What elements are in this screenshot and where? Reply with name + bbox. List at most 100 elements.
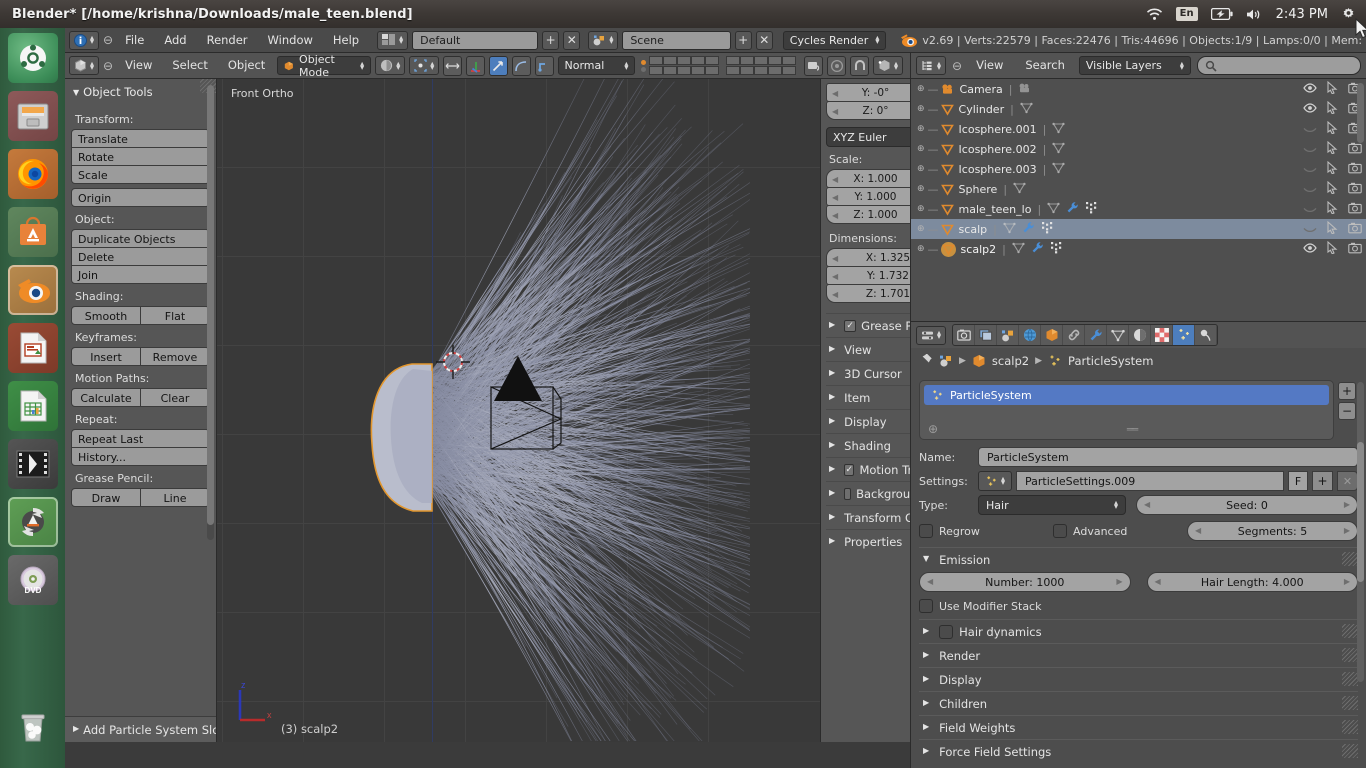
scene-layers-grid[interactable] bbox=[641, 56, 796, 75]
outliner-menu-view[interactable]: View bbox=[968, 54, 1011, 77]
snap-element-button[interactable]: ▴ ▾ bbox=[873, 56, 903, 75]
data-tab[interactable] bbox=[1107, 325, 1129, 345]
outliner-menu-search[interactable]: Search bbox=[1017, 54, 1073, 77]
selectability-toggle-icon[interactable] bbox=[1327, 161, 1338, 177]
particles-icon[interactable] bbox=[1041, 221, 1054, 237]
calculate-paths-button[interactable]: Calculate bbox=[71, 388, 141, 407]
files-icon[interactable] bbox=[8, 91, 58, 141]
decrement-icon[interactable]: ◀ bbox=[927, 577, 933, 586]
software-updater-icon[interactable] bbox=[8, 497, 58, 547]
outliner-display-mode-dropdown[interactable]: Visible Layers ▴ ▾ bbox=[1079, 56, 1191, 75]
object-type-icon[interactable] bbox=[941, 143, 954, 156]
proportional-edit-icon[interactable] bbox=[827, 56, 846, 76]
material-tab[interactable] bbox=[1129, 325, 1151, 345]
breadcrumb-object[interactable]: scalp2 bbox=[992, 354, 1029, 368]
renderability-toggle-icon[interactable] bbox=[1348, 182, 1362, 197]
selectability-toggle-icon[interactable] bbox=[1327, 121, 1338, 137]
gp-draw-button[interactable]: Draw bbox=[71, 488, 141, 507]
properties-section-hair-dynamics[interactable]: ▶ Hair dynamics bbox=[919, 619, 1358, 643]
insert-keyframe-button[interactable]: Insert bbox=[71, 347, 141, 366]
viewport-menu-view[interactable]: View bbox=[117, 54, 160, 77]
gear-icon[interactable] bbox=[1341, 7, 1356, 22]
background-images-checkbox[interactable] bbox=[844, 488, 851, 500]
selectability-toggle-icon[interactable] bbox=[1327, 141, 1338, 157]
particles-icon[interactable] bbox=[1085, 201, 1098, 217]
mesh-data-icon[interactable] bbox=[1012, 242, 1025, 257]
tool-shelf-scrollbar[interactable] bbox=[207, 85, 214, 540]
expand-icon[interactable]: ⊕ bbox=[917, 144, 925, 154]
particle-name-input[interactable]: ParticleSystem bbox=[978, 447, 1358, 467]
outliner-editor-type-button[interactable]: ▴ ▾ bbox=[916, 56, 946, 75]
gp-line-button[interactable]: Line bbox=[140, 488, 210, 507]
repeat-last-button[interactable]: Repeat Last bbox=[71, 429, 210, 448]
properties-section-display[interactable]: ▶ Display bbox=[919, 667, 1358, 691]
render-engine-dropdown[interactable]: Cycles Render ▴ ▾ bbox=[783, 31, 887, 50]
outliner-search-input[interactable] bbox=[1197, 56, 1361, 75]
world-tab[interactable] bbox=[1019, 325, 1041, 345]
blender-icon[interactable] bbox=[8, 265, 58, 315]
modifier-icon[interactable] bbox=[1022, 221, 1035, 237]
scene-icon[interactable] bbox=[939, 354, 953, 368]
decrement-icon[interactable]: ◀ bbox=[832, 206, 838, 225]
settings-datablock-icon[interactable]: ▴ ▾ bbox=[978, 471, 1012, 491]
regrow-checkbox[interactable] bbox=[919, 524, 933, 538]
properties-editor-type-button[interactable]: ▴ ▾ bbox=[916, 326, 946, 345]
object-tools-panel-header[interactable]: ▼ Object Tools bbox=[71, 83, 210, 107]
origin-button[interactable]: Origin bbox=[71, 188, 210, 207]
expand-icon[interactable]: ⊕ bbox=[917, 124, 925, 134]
particle-slot-item[interactable]: ParticleSystem bbox=[924, 385, 1329, 405]
object-type-icon[interactable] bbox=[941, 103, 954, 116]
object-type-icon[interactable] bbox=[941, 163, 954, 176]
fake-user-button[interactable]: F bbox=[1288, 471, 1308, 491]
mesh-data-icon[interactable] bbox=[1013, 182, 1026, 197]
regrow-checkbox-row[interactable]: Regrow bbox=[919, 524, 1049, 538]
duplicate-objects-button[interactable]: Duplicate Objects bbox=[71, 229, 210, 248]
object-type-icon[interactable] bbox=[941, 183, 954, 196]
render-layers-tab[interactable] bbox=[975, 325, 997, 345]
delete-scene-button[interactable]: ✕ bbox=[756, 31, 773, 50]
object-tab[interactable] bbox=[1041, 325, 1063, 345]
visibility-toggle-icon[interactable] bbox=[1303, 83, 1317, 96]
mode-dropdown[interactable]: Object Mode ▴ ▾ bbox=[277, 56, 371, 75]
clear-paths-button[interactable]: Clear bbox=[140, 388, 210, 407]
history-button[interactable]: History... bbox=[71, 447, 210, 466]
menu-window[interactable]: Window bbox=[260, 29, 321, 52]
selectability-toggle-icon[interactable] bbox=[1327, 241, 1338, 257]
add-particle-system-button[interactable]: + bbox=[1338, 382, 1356, 400]
outliner-row-Camera[interactable]: ⊕ — Camera | bbox=[911, 79, 1366, 99]
manipulator-toggle-icon[interactable] bbox=[443, 56, 462, 76]
shading-mode-button[interactable]: ▴ ▾ bbox=[375, 56, 405, 75]
outliner-row-Sphere[interactable]: ⊕ — Sphere | bbox=[911, 179, 1366, 199]
camera-data-icon[interactable] bbox=[1018, 82, 1032, 97]
increment-icon[interactable]: ▶ bbox=[1344, 526, 1350, 535]
lock-camera-icon[interactable] bbox=[804, 56, 823, 76]
mesh-data-icon[interactable] bbox=[1052, 142, 1065, 157]
pin-icon[interactable] bbox=[919, 354, 933, 368]
add-scene-button[interactable]: + bbox=[735, 31, 752, 50]
particles-icon[interactable] bbox=[1048, 354, 1062, 368]
modifiers-tab[interactable] bbox=[1085, 325, 1107, 345]
scale-button[interactable]: Scale bbox=[71, 165, 210, 184]
section-enable-checkbox[interactable] bbox=[939, 625, 953, 639]
number-slider[interactable]: ◀ Number: 1000 ▶ bbox=[919, 572, 1131, 592]
3d-viewport[interactable]: Front Ortho (3) scalp2 z x bbox=[217, 79, 820, 742]
trash-icon[interactable] bbox=[8, 702, 58, 752]
viewport-menu-select[interactable]: Select bbox=[164, 54, 215, 77]
physics-tab[interactable] bbox=[1195, 325, 1217, 345]
outliner-row-scalp[interactable]: ⊕ — scalp | bbox=[911, 219, 1366, 239]
outliner-scrollbar[interactable] bbox=[1357, 83, 1364, 143]
visibility-toggle-icon[interactable] bbox=[1303, 183, 1317, 196]
expand-icon[interactable]: ⊕ bbox=[917, 104, 925, 114]
viewport-editor-type-button[interactable]: ▴ ▾ bbox=[69, 56, 99, 75]
properties-section-force-field-settings[interactable]: ▶ Force Field Settings bbox=[919, 739, 1358, 763]
expand-icon[interactable]: ⊕ bbox=[917, 244, 925, 254]
disc-burner-icon[interactable]: DVD bbox=[8, 555, 58, 605]
scene-name[interactable]: Scene bbox=[622, 31, 730, 50]
visibility-toggle-icon[interactable] bbox=[1303, 123, 1317, 136]
expand-icon[interactable]: ⊕ bbox=[917, 224, 925, 234]
object-type-icon[interactable] bbox=[941, 123, 954, 136]
wifi-icon[interactable] bbox=[1146, 8, 1163, 21]
visibility-toggle-icon[interactable] bbox=[1303, 143, 1317, 156]
decrement-icon[interactable]: ◀ bbox=[832, 285, 838, 304]
increment-icon[interactable]: ▶ bbox=[1116, 577, 1122, 586]
